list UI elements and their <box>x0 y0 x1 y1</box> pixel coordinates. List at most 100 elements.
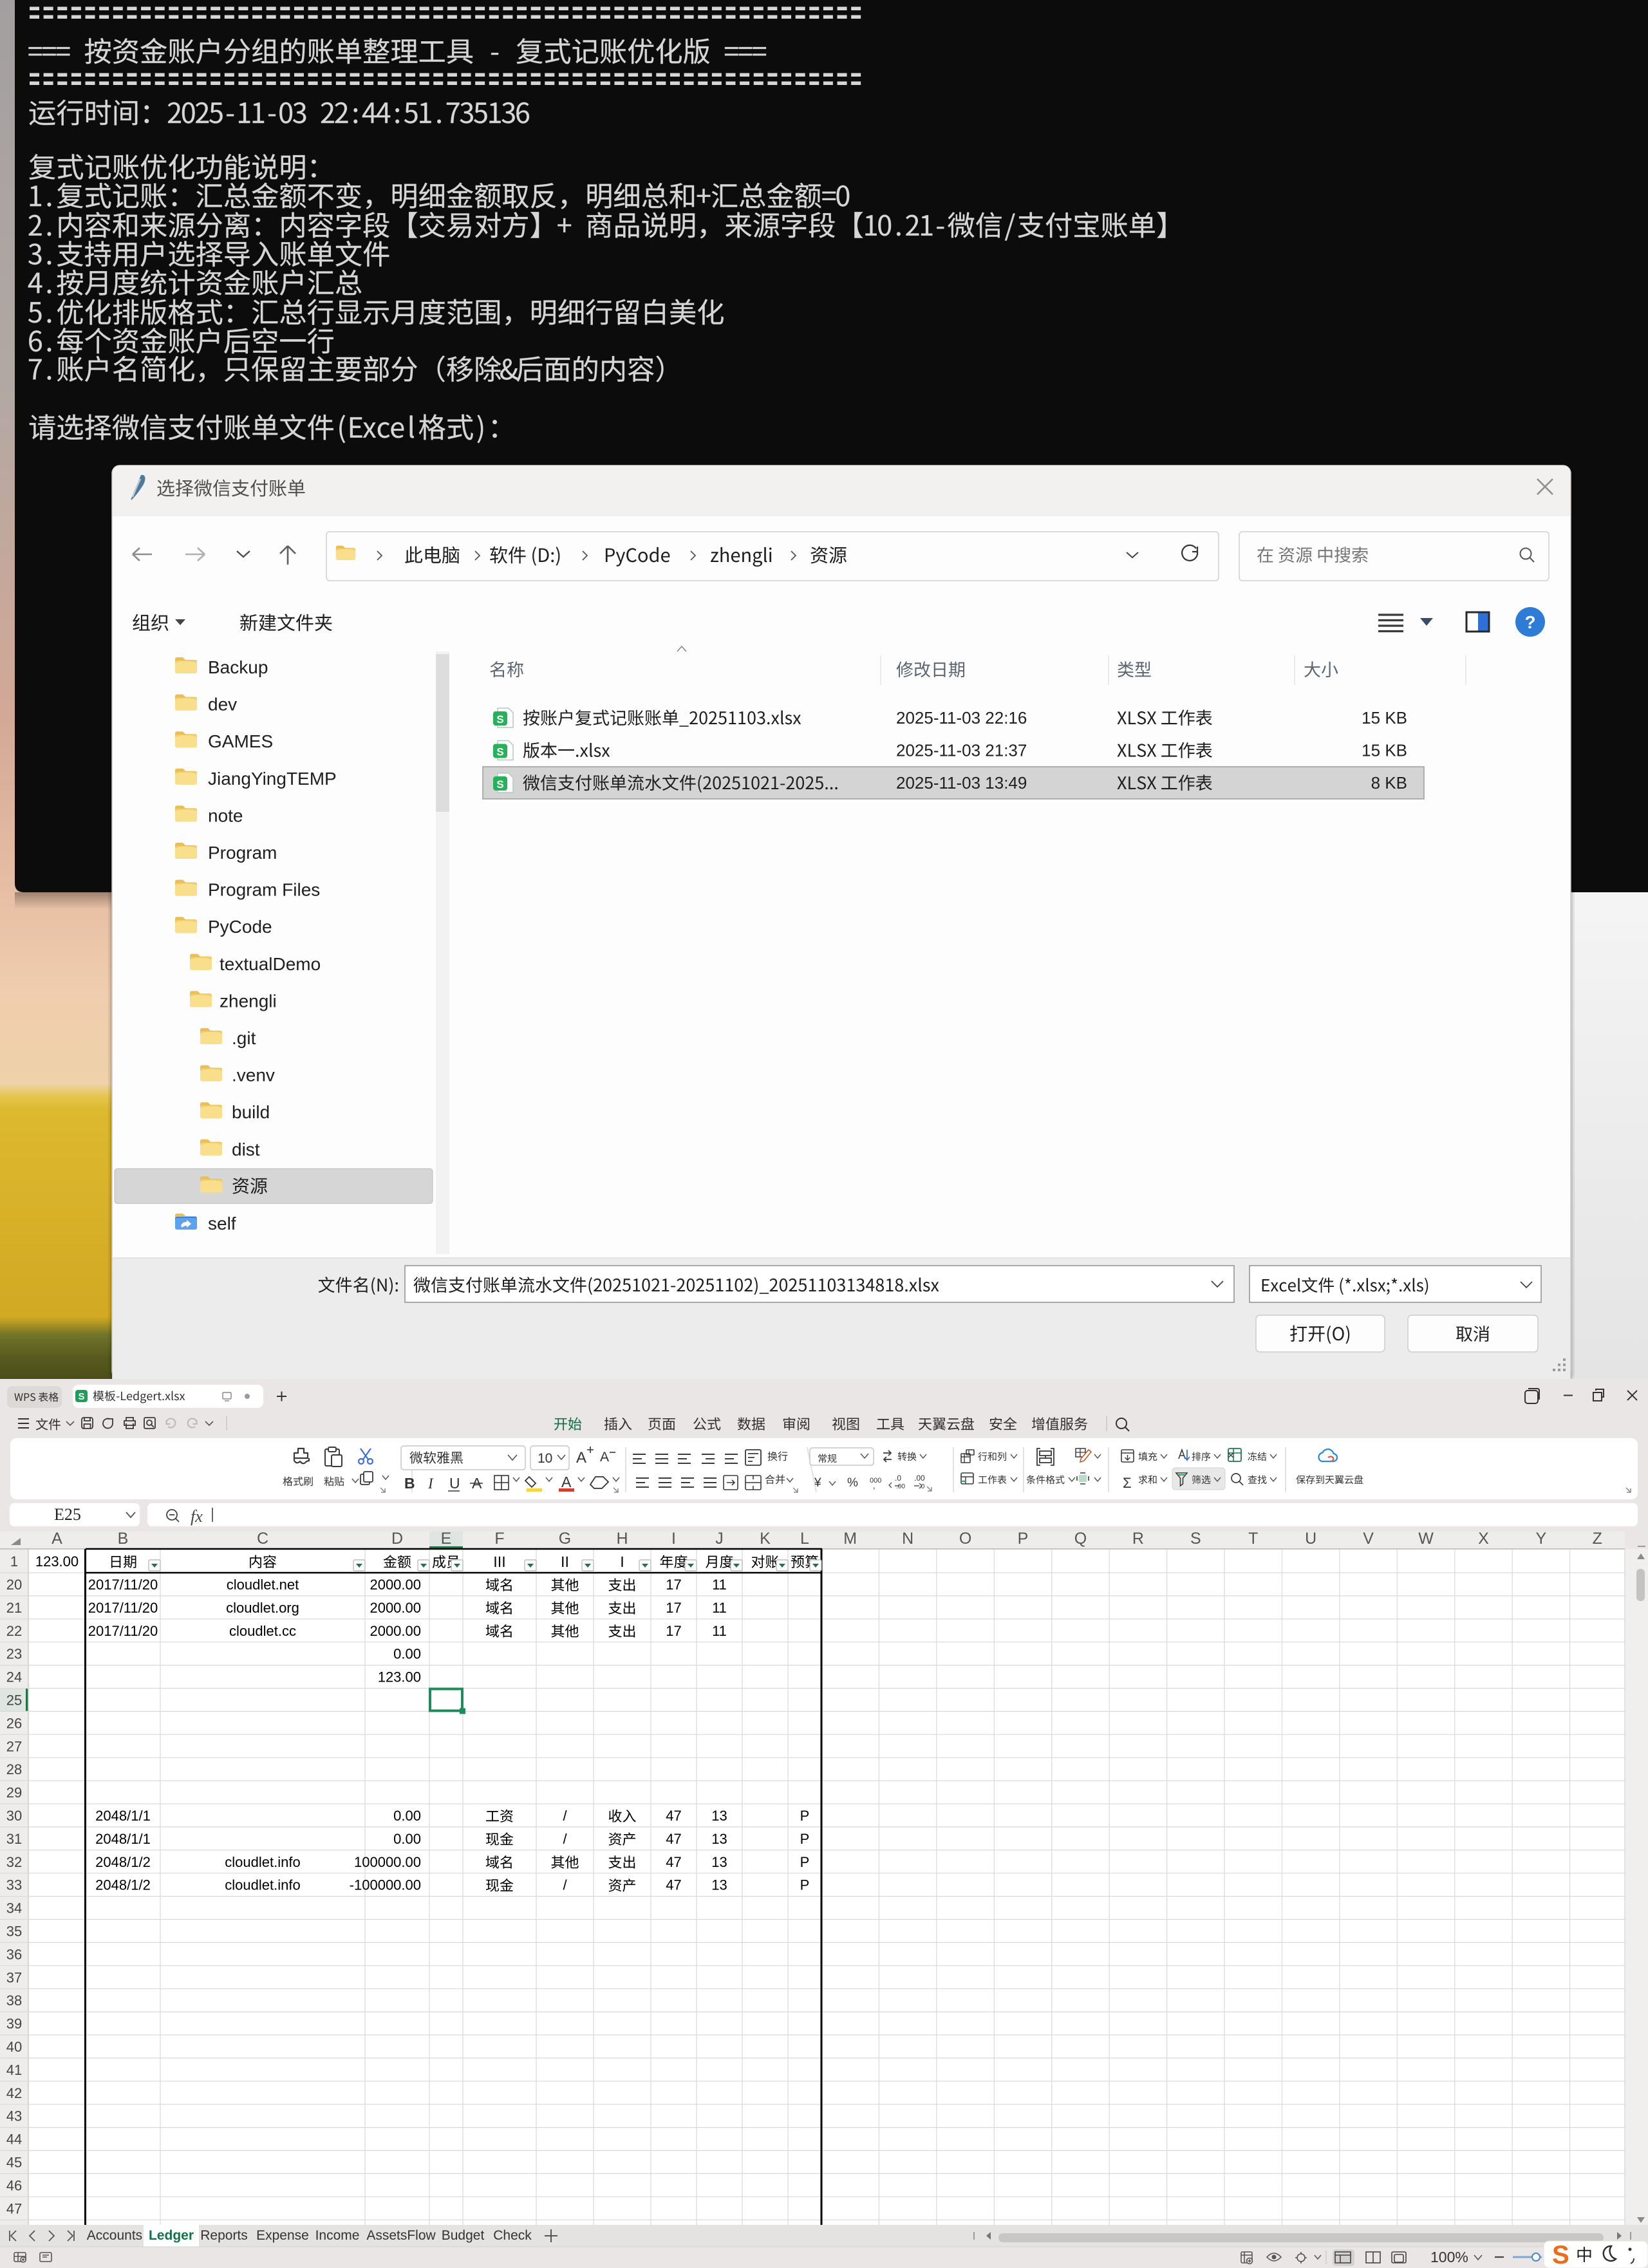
svg-text:123.00: 123.00 <box>35 1553 79 1570</box>
svg-text:47: 47 <box>666 1854 681 1870</box>
svg-text:N: N <box>902 1530 913 1548</box>
svg-text:/: / <box>563 1808 567 1824</box>
svg-text:40: 40 <box>6 2039 22 2055</box>
svg-text:44: 44 <box>6 2132 22 2148</box>
svg-text:17: 17 <box>666 1577 681 1593</box>
svg-text:2025-11-03 22:16: 2025-11-03 22:16 <box>896 708 1027 727</box>
svg-text:D: D <box>391 1530 403 1548</box>
svg-text:11: 11 <box>712 1600 727 1616</box>
svg-text:dev: dev <box>208 695 237 715</box>
svg-text:Program Files: Program Files <box>208 880 320 900</box>
svg-text:47: 47 <box>6 2200 22 2216</box>
svg-text:.00: .00 <box>896 1483 905 1490</box>
svg-text:A: A <box>576 1449 586 1467</box>
svg-text:Budget: Budget <box>442 2228 485 2243</box>
svg-text:Income: Income <box>315 2228 360 2243</box>
svg-text:11: 11 <box>712 1623 727 1639</box>
svg-text:Reports: Reports <box>200 2228 248 2243</box>
svg-text:W: W <box>1418 1530 1434 1548</box>
svg-text:100%: 100% <box>1430 2249 1468 2265</box>
svg-text:%: % <box>847 1476 858 1490</box>
svg-text:0.00: 0.00 <box>393 1646 421 1662</box>
svg-text:2017/11/20: 2017/11/20 <box>88 1600 158 1616</box>
svg-text:39: 39 <box>6 2016 22 2032</box>
svg-text:2048/1/1: 2048/1/1 <box>95 1808 151 1824</box>
svg-text:2017/11/20: 2017/11/20 <box>88 1623 158 1639</box>
svg-text:17: 17 <box>666 1600 681 1616</box>
svg-text:32: 32 <box>6 1854 22 1870</box>
svg-text:31: 31 <box>6 1831 22 1847</box>
svg-text:000: 000 <box>870 1477 881 1485</box>
svg-text:Z: Z <box>1593 1530 1602 1548</box>
svg-text:Ledger: Ledger <box>149 2228 194 2243</box>
svg-text:.0: .0 <box>895 1474 901 1483</box>
svg-text:17: 17 <box>666 1623 681 1639</box>
svg-text:B: B <box>404 1475 415 1492</box>
svg-text:B: B <box>118 1530 129 1548</box>
svg-text:JiangYingTEMP: JiangYingTEMP <box>208 769 337 789</box>
svg-text:fx: fx <box>191 1507 203 1526</box>
svg-text:27: 27 <box>6 1738 22 1754</box>
svg-text:10: 10 <box>538 1451 552 1466</box>
svg-text:zhengli: zhengli <box>220 991 277 1011</box>
svg-text:45: 45 <box>6 2155 22 2171</box>
svg-text:Y: Y <box>1536 1530 1547 1548</box>
svg-text:E25: E25 <box>54 1505 81 1524</box>
svg-text:26: 26 <box>6 1715 22 1731</box>
svg-text:2025-11-03 13:49: 2025-11-03 13:49 <box>896 773 1027 792</box>
svg-text:47: 47 <box>666 1808 681 1824</box>
svg-text:13: 13 <box>711 1877 727 1893</box>
svg-text:2000.00: 2000.00 <box>370 1577 421 1593</box>
svg-text:cloudlet.info: cloudlet.info <box>225 1854 300 1870</box>
svg-text:29: 29 <box>6 1785 22 1801</box>
svg-text:S: S <box>496 713 503 726</box>
svg-text:13: 13 <box>711 1831 727 1847</box>
svg-text:textualDemo: textualDemo <box>220 954 321 974</box>
svg-text:I: I <box>671 1530 676 1548</box>
svg-text:Backup: Backup <box>208 657 268 677</box>
svg-text:0.00: 0.00 <box>393 1808 421 1824</box>
svg-text:S: S <box>1552 2241 1569 2268</box>
svg-text:43: 43 <box>6 2108 22 2124</box>
svg-text:36: 36 <box>6 1946 22 1962</box>
svg-text:28: 28 <box>6 1761 22 1777</box>
svg-text:2000.00: 2000.00 <box>370 1600 421 1616</box>
svg-text:S: S <box>496 778 503 791</box>
svg-text:J: J <box>715 1530 724 1548</box>
svg-text:U: U <box>449 1475 460 1492</box>
svg-text:0.00: 0.00 <box>393 1831 421 1847</box>
svg-text:8 KB: 8 KB <box>1371 773 1407 792</box>
svg-text:P: P <box>800 1877 810 1893</box>
svg-text:15 KB: 15 KB <box>1362 741 1407 760</box>
svg-text:24: 24 <box>6 1669 22 1685</box>
svg-text:I: I <box>427 1476 434 1492</box>
svg-text:47: 47 <box>666 1877 681 1893</box>
svg-text:X: X <box>1478 1530 1489 1548</box>
svg-text:S: S <box>78 1391 84 1402</box>
svg-text:30: 30 <box>6 1808 22 1824</box>
svg-text:2017/11/20: 2017/11/20 <box>88 1577 158 1593</box>
svg-text:A: A <box>561 1474 572 1490</box>
svg-text:Σ: Σ <box>1123 1475 1132 1491</box>
svg-text:100000.00: 100000.00 <box>354 1854 421 1870</box>
svg-text:Expense: Expense <box>256 2228 309 2243</box>
svg-text:O: O <box>959 1530 971 1548</box>
svg-text:13: 13 <box>711 1808 727 1824</box>
svg-text:cloudlet.cc: cloudlet.cc <box>229 1623 296 1639</box>
svg-text:note: note <box>208 805 243 825</box>
svg-text:11: 11 <box>712 1577 727 1593</box>
svg-text:?: ? <box>1524 612 1535 632</box>
svg-text:1: 1 <box>10 1553 18 1570</box>
svg-text:build: build <box>232 1102 270 1122</box>
svg-text:T: T <box>1248 1530 1258 1548</box>
svg-text:S: S <box>1190 1530 1201 1548</box>
svg-text:K: K <box>760 1530 771 1548</box>
svg-text:22: 22 <box>6 1623 22 1639</box>
svg-text:42: 42 <box>6 2085 22 2101</box>
svg-text:123.00: 123.00 <box>378 1669 421 1685</box>
svg-text:35: 35 <box>6 1924 22 1940</box>
svg-text:,: , <box>873 1481 876 1490</box>
svg-text:38: 38 <box>6 1992 22 2009</box>
svg-text:2048/1/2: 2048/1/2 <box>95 1854 151 1870</box>
svg-text:15 KB: 15 KB <box>1362 708 1407 727</box>
